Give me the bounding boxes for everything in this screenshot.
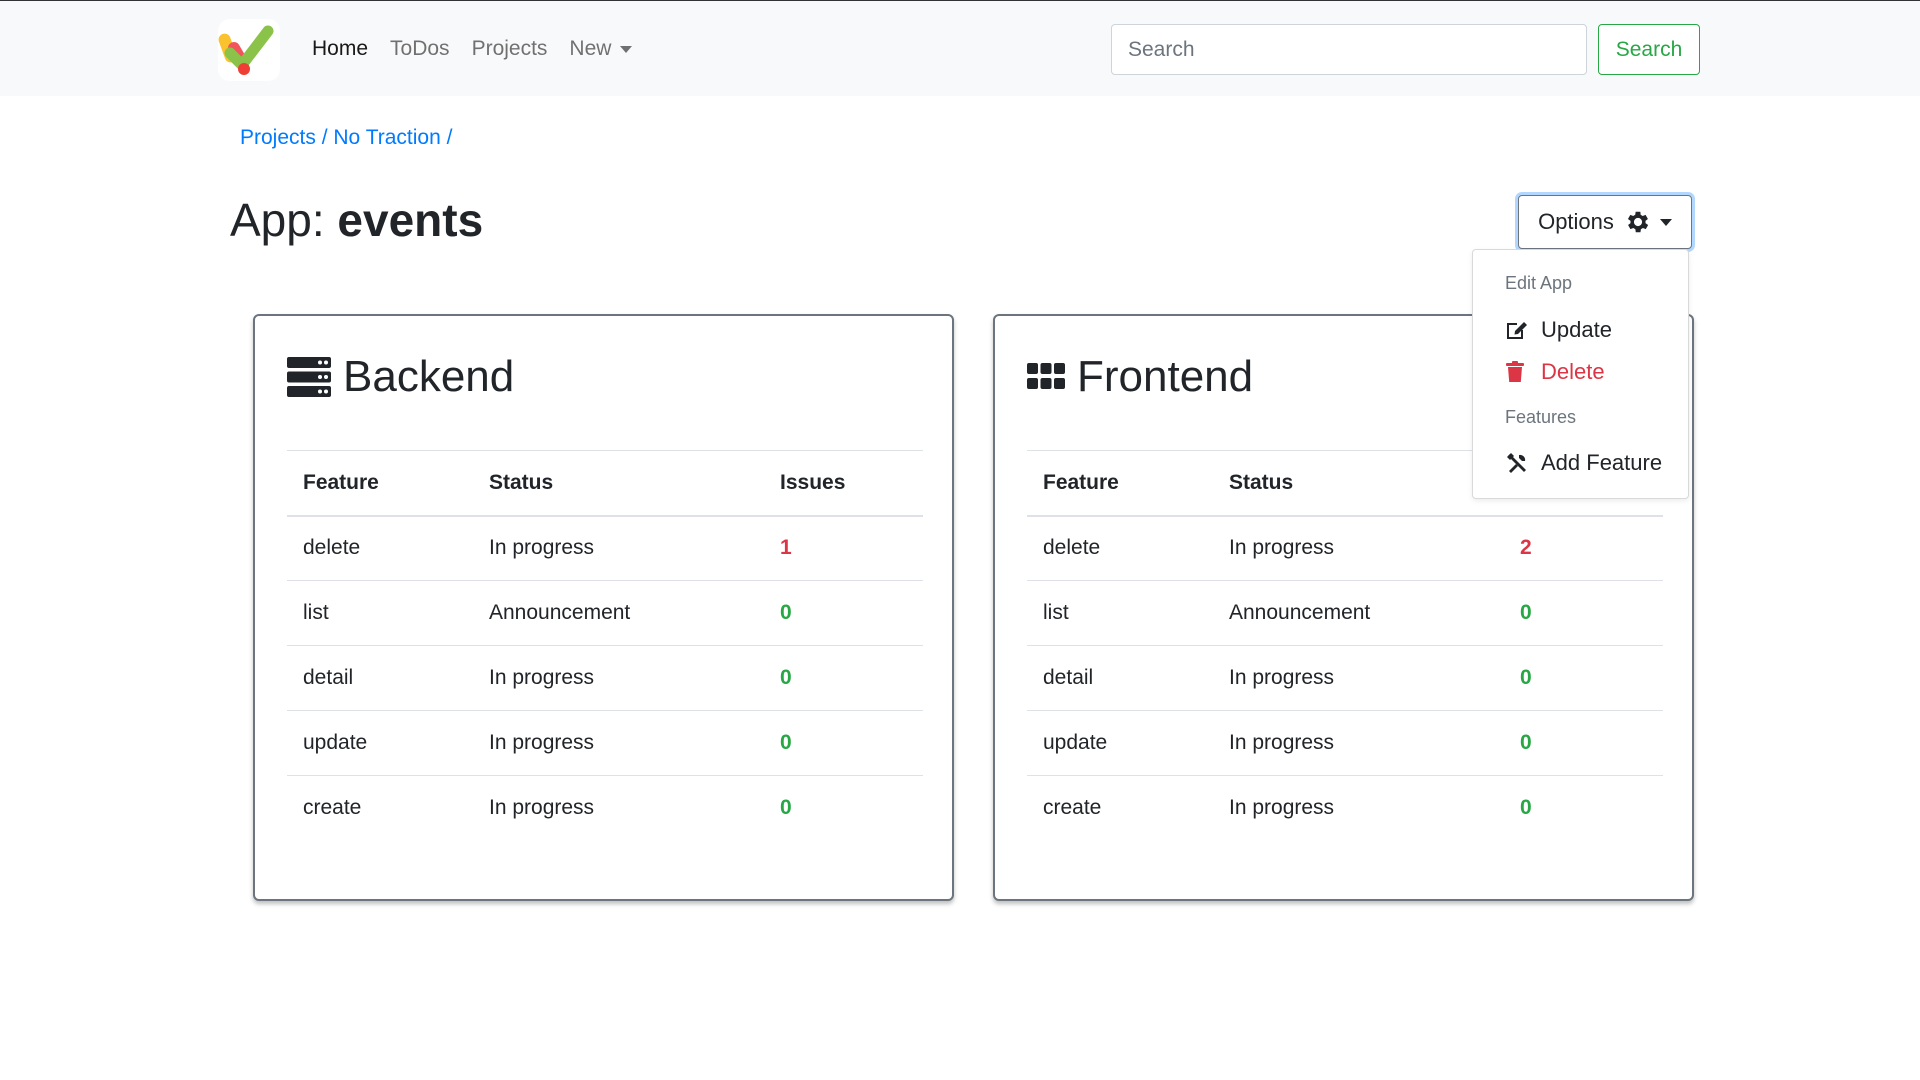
feature-cell: detail: [287, 645, 473, 711]
brand-logo-icon[interactable]: [218, 19, 280, 81]
feature-cell: delete: [303, 536, 361, 560]
breadcrumb-separator: /: [446, 126, 453, 149]
table-row[interactable]: detail In progress 0: [1027, 645, 1663, 711]
table-row[interactable]: create In progress 0: [1027, 775, 1663, 841]
table-row[interactable]: update In progress 0: [287, 710, 923, 776]
issues-count: 0: [1504, 775, 1663, 841]
table-row[interactable]: delete In progress 1: [287, 516, 923, 581]
table-row[interactable]: list Announcement 0: [1027, 580, 1663, 646]
frontend-features-table: Feature Status Issues delete In progress…: [1027, 450, 1663, 841]
page-title-prefix: App:: [230, 194, 325, 246]
table-row[interactable]: list Announcement 0: [287, 580, 923, 646]
edit-icon: [1505, 319, 1531, 341]
breadcrumb: Projects / No Traction /: [240, 126, 452, 150]
menu-item-add-feature[interactable]: Add Feature: [1505, 450, 1662, 476]
chevron-down-icon: [620, 45, 633, 53]
menu-item-delete[interactable]: Delete: [1505, 359, 1605, 385]
feature-cell: create: [287, 775, 473, 841]
table-row[interactable]: update In progress 0: [1027, 710, 1663, 776]
search-input[interactable]: [1111, 24, 1587, 75]
feature-cell: create: [1027, 775, 1213, 841]
status-cell: In progress: [473, 645, 764, 711]
table-row[interactable]: delete In progress 2: [1027, 516, 1663, 581]
backend-card-title: Backend: [287, 352, 514, 402]
menu-item-delete-label: Delete: [1541, 359, 1605, 384]
status-cell: In progress: [1213, 710, 1504, 776]
issues-count: 0: [1504, 645, 1663, 711]
column-header-status: Status: [473, 450, 764, 517]
gear-icon: [1624, 208, 1652, 236]
feature-cell: update: [1027, 710, 1213, 776]
issues-count: 0: [764, 580, 923, 646]
menu-item-add-feature-label: Add Feature: [1541, 450, 1663, 475]
table-row[interactable]: create In progress 0: [287, 775, 923, 841]
server-icon: [287, 357, 331, 397]
menu-header-features: Features: [1505, 407, 1577, 427]
page-title: App: events: [230, 193, 483, 247]
status-cell: Announcement: [473, 580, 764, 646]
backend-features-table: Feature Status Issues delete In progress…: [287, 450, 923, 841]
issues-count: 0: [764, 775, 923, 841]
issues-count: 0: [764, 710, 923, 776]
nav-new-dropdown[interactable]: New: [569, 37, 633, 61]
column-header-feature: Feature: [287, 450, 473, 517]
status-cell: In progress: [473, 775, 764, 841]
issues-count: 2: [1520, 536, 1532, 560]
frontend-title-text: Frontend: [1077, 352, 1254, 401]
status-cell: In progress: [1213, 775, 1504, 841]
table-header-row: Feature Status Issues: [287, 450, 923, 517]
options-button[interactable]: Options: [1518, 195, 1692, 249]
breadcrumb-projects[interactable]: Projects: [240, 126, 316, 149]
page-title-app-name: events: [337, 194, 484, 246]
status-cell: In progress: [1229, 536, 1335, 560]
backend-card: Backend Feature Status Issues delete In …: [253, 314, 954, 901]
tools-icon: [1505, 451, 1531, 475]
frontend-card-title: Frontend: [1027, 352, 1253, 402]
feature-cell: list: [1027, 580, 1213, 646]
menu-header-edit-app: Edit App: [1505, 273, 1573, 293]
issues-count: 0: [764, 645, 923, 711]
status-cell: Announcement: [1213, 580, 1504, 646]
feature-cell: delete: [1043, 536, 1101, 560]
nav-links: Home ToDos Projects New: [312, 1, 654, 97]
status-cell: In progress: [473, 710, 764, 776]
options-dropdown-menu: Edit App Update Delete Features Add Feat…: [1472, 249, 1689, 499]
issues-count: 0: [1504, 580, 1663, 646]
breadcrumb-no-traction[interactable]: No Traction: [333, 126, 440, 149]
nav-new-label: New: [569, 37, 612, 60]
status-cell: In progress: [1213, 645, 1504, 711]
issues-count: 1: [780, 536, 792, 560]
nav-projects[interactable]: Projects: [472, 37, 548, 61]
chevron-down-icon: [1659, 218, 1672, 226]
column-header-issues: Issues: [764, 450, 923, 517]
options-label: Options: [1538, 209, 1614, 234]
search-button[interactable]: Search: [1598, 24, 1700, 75]
column-header-feature: Feature: [1027, 450, 1213, 517]
nav-home[interactable]: Home: [312, 37, 368, 61]
grid-icon: [1027, 363, 1065, 391]
issues-count: 0: [1504, 710, 1663, 776]
trash-icon: [1505, 361, 1531, 383]
nav-todos[interactable]: ToDos: [390, 37, 450, 61]
menu-item-update-label: Update: [1541, 317, 1612, 342]
menu-item-update[interactable]: Update: [1505, 317, 1612, 343]
table-row[interactable]: detail In progress 0: [287, 645, 923, 711]
feature-cell: update: [287, 710, 473, 776]
feature-cell: list: [287, 580, 473, 646]
navbar: Home ToDos Projects New Search: [0, 0, 1920, 96]
backend-title-text: Backend: [343, 352, 515, 401]
column-header-status: Status: [1213, 450, 1504, 517]
feature-cell: detail: [1027, 645, 1213, 711]
breadcrumb-separator: /: [321, 126, 328, 149]
status-cell: In progress: [489, 536, 595, 560]
